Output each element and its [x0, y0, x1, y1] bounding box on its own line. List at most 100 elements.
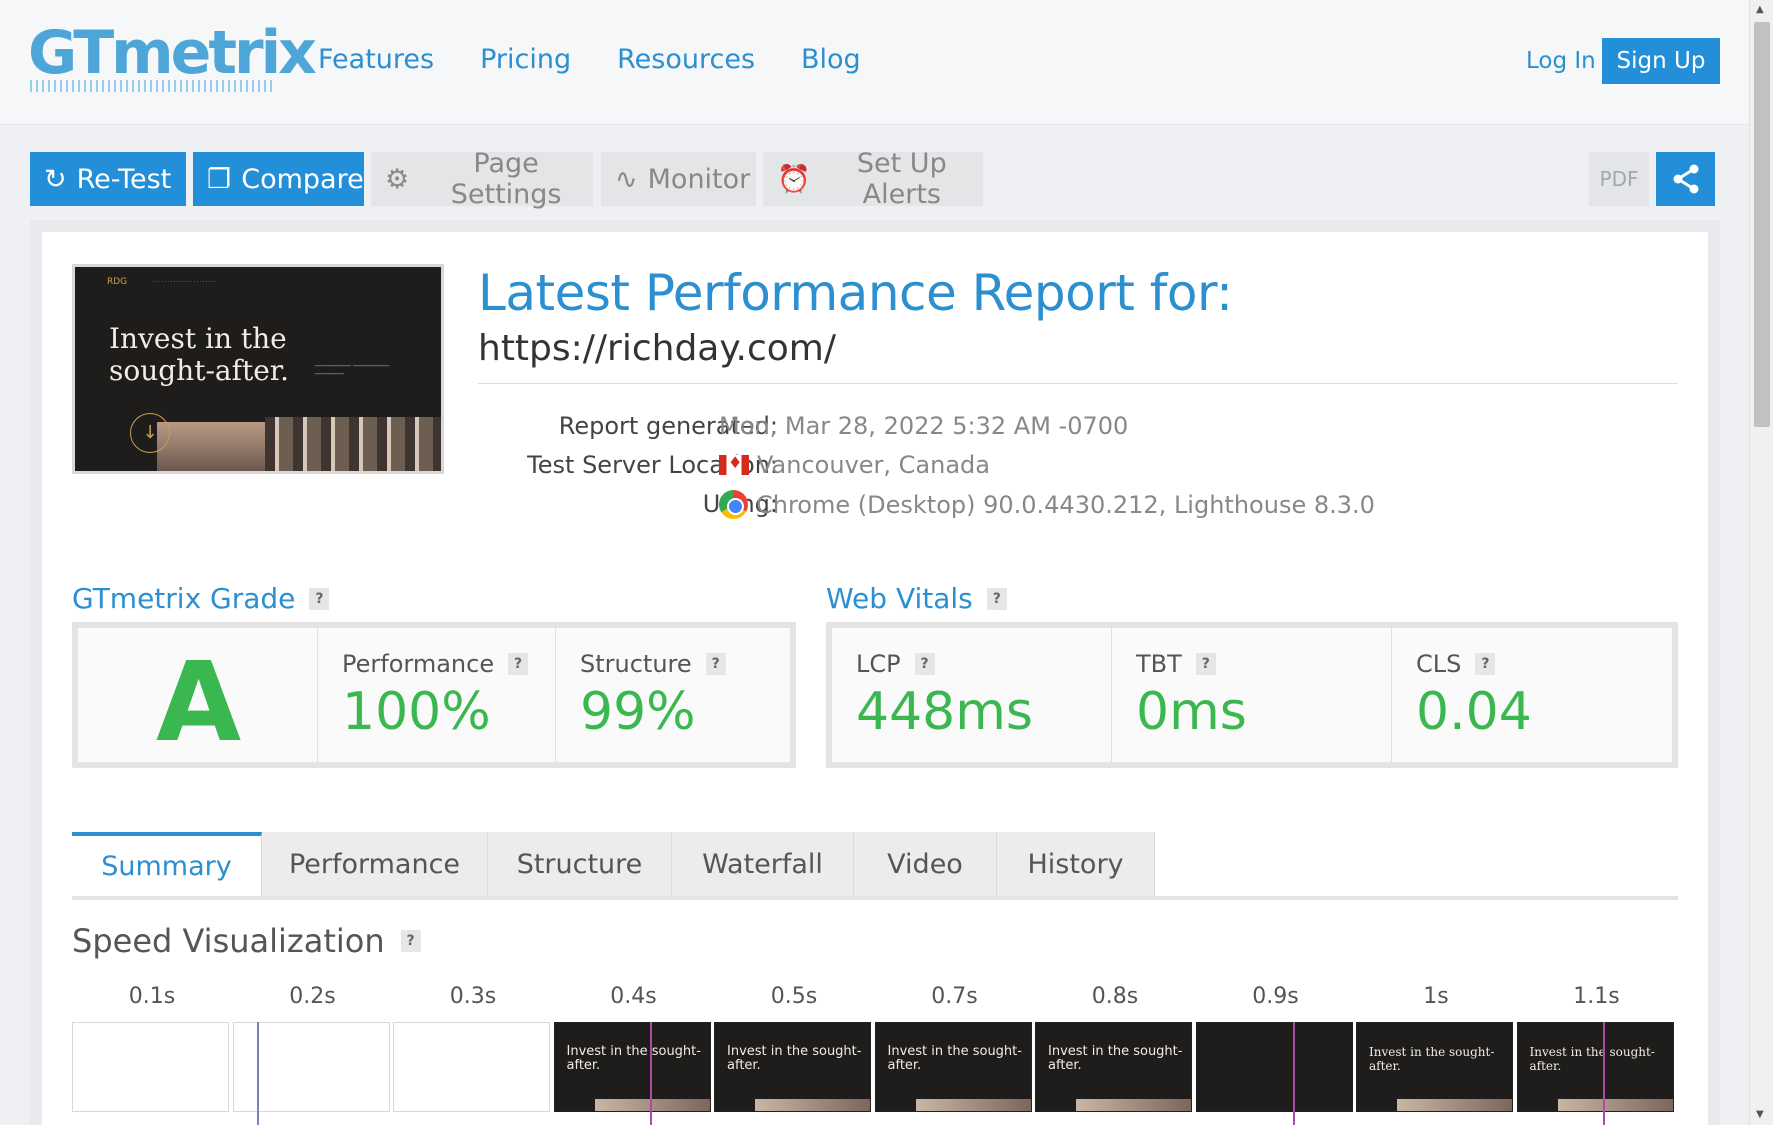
tab-history[interactable]: History: [997, 832, 1155, 896]
gtmetrix-grade-heading: GTmetrix Grade ?: [72, 582, 330, 615]
canada-flag-icon: [719, 453, 749, 475]
frame-time: 1.1s: [1573, 984, 1620, 1009]
pdf-button[interactable]: PDF: [1589, 152, 1649, 206]
frame-photo: [1557, 1099, 1673, 1111]
performance-help-icon[interactable]: ?: [508, 653, 529, 675]
frame-screenshot: [1195, 1022, 1353, 1112]
tab-video[interactable]: Video: [854, 832, 997, 896]
lcp-value: 448ms: [856, 682, 1033, 742]
structure-help-icon[interactable]: ?: [705, 653, 726, 675]
frame-time: 1s: [1423, 984, 1449, 1009]
speed-visualization-heading: Speed Visualization ?: [72, 922, 421, 960]
frame-headline: Invest in the sought-after.: [1369, 1045, 1495, 1073]
filmstrip-frame[interactable]: 0.2s: [232, 984, 393, 1112]
filmstrip-frame[interactable]: 0.1s: [72, 984, 232, 1112]
compare-button[interactable]: ❐ Compare: [193, 152, 364, 206]
frame-photo: [1397, 1099, 1512, 1111]
performance-score: 100%: [342, 682, 491, 742]
structure-cell: Structure ? 99%: [556, 628, 790, 762]
marker-first-paint: [257, 1022, 259, 1125]
frame-screenshot: Invest in the sought-after.: [553, 1022, 711, 1112]
web-vitals-title: Web Vitals: [826, 582, 973, 615]
structure-score: 99%: [580, 682, 696, 742]
cls-value: 0.04: [1416, 682, 1532, 742]
vitals-help-icon[interactable]: ?: [986, 587, 1007, 610]
server-location: Vancouver, Canada: [757, 451, 990, 479]
frame-photo: [1076, 1099, 1191, 1111]
nav-pricing[interactable]: Pricing: [480, 44, 571, 75]
gtmetrix-logo[interactable]: GTmetrix: [28, 18, 317, 88]
lcp-help-icon[interactable]: ?: [914, 653, 935, 675]
retest-label: Re-Test: [76, 163, 172, 195]
site-screenshot-thumbnail[interactable]: RDG ······················ Invest in the…: [72, 264, 444, 474]
tab-summary[interactable]: Summary: [72, 832, 262, 896]
scroll-down-icon[interactable]: ▼: [1756, 1109, 1764, 1121]
tbt-cell: TBT ? 0ms: [1112, 628, 1392, 762]
thumbnail-paragraph: ────────── ────────── ────────: [315, 363, 390, 378]
scroll-up-icon[interactable]: ▲: [1756, 4, 1764, 16]
web-vitals-panel: LCP ? 448ms TBT ? 0ms CLS ? 0.04: [826, 622, 1678, 768]
filmstrip-frame[interactable]: 0.9s: [1195, 984, 1356, 1112]
cls-help-icon[interactable]: ?: [1475, 653, 1496, 675]
filmstrip-frame[interactable]: 0.5s Invest in the sought-after.: [714, 984, 874, 1112]
signup-button[interactable]: Sign Up: [1602, 38, 1720, 84]
meta-row-using: Using: Chrome (Desktop) 90.0.4430.212, L…: [478, 490, 1378, 529]
filmstrip-frame[interactable]: 1.1s Invest in the sought-after.: [1516, 984, 1677, 1112]
filmstrip-frame[interactable]: 1s Invest in the sought-after.: [1356, 984, 1516, 1112]
page-settings-button[interactable]: ⚙ Page Settings: [371, 148, 593, 210]
report-title: Latest Performance Report for:: [478, 264, 1233, 322]
browser-info: Chrome (Desktop) 90.0.4430.212, Lighthou…: [756, 490, 1375, 519]
frame-time: 0.2s: [289, 984, 336, 1009]
meta-value-generated: Mon, Mar 28, 2022 5:32 AM -0700: [719, 412, 1128, 440]
frame-screenshot: Invest in the sought-after.: [874, 1022, 1032, 1112]
thumbnail-brand: RDG: [107, 277, 128, 287]
tbt-help-icon[interactable]: ?: [1195, 653, 1216, 675]
tab-structure[interactable]: Structure: [488, 832, 672, 896]
login-link[interactable]: Log In: [1526, 48, 1596, 74]
meta-value-using: Chrome (Desktop) 90.0.4430.212, Lighthou…: [719, 490, 1375, 519]
nav-blog[interactable]: Blog: [801, 44, 861, 75]
monitor-label: Monitor: [647, 163, 751, 195]
filmstrip-frame[interactable]: 0.3s: [393, 984, 553, 1112]
frame-time: 0.1s: [128, 984, 176, 1009]
page-scrollbar[interactable]: ▲ ▼: [1749, 0, 1773, 1125]
nav-features[interactable]: Features: [318, 44, 434, 75]
speed-filmstrip: 0.1s 0.2s 0.3s 0.4s Invest in the sought-aft…: [72, 984, 1682, 1125]
performance-label: Performance: [342, 650, 495, 678]
marker-fully-loaded: [1603, 1022, 1605, 1125]
main-nav: Features Pricing Resources Blog: [318, 44, 861, 75]
retest-button[interactable]: ↻ Re-Test: [30, 152, 186, 206]
nav-resources[interactable]: Resources: [617, 44, 755, 75]
tab-waterfall[interactable]: Waterfall: [672, 832, 854, 896]
web-vitals-heading: Web Vitals ?: [826, 582, 1007, 615]
scrollbar-thumb[interactable]: [1754, 22, 1770, 427]
tbt-label-wrap: TBT ?: [1136, 650, 1216, 678]
frame-screenshot: [72, 1022, 229, 1112]
tbt-label: TBT: [1136, 650, 1182, 678]
performance-cell: Performance ? 100%: [318, 628, 556, 762]
grade-help-icon[interactable]: ?: [309, 587, 330, 610]
divider: [478, 383, 1678, 384]
alerts-button[interactable]: ⏰ Set Up Alerts: [763, 148, 983, 210]
frame-time: 0.8s: [1091, 984, 1139, 1009]
cls-cell: CLS ? 0.04: [1392, 628, 1672, 762]
top-header: GTmetrix Features Pricing Resources Blog…: [0, 0, 1749, 125]
tab-performance[interactable]: Performance: [262, 832, 488, 896]
logo-ruler-decoration: [30, 80, 272, 92]
gear-icon: ⚙: [385, 163, 410, 195]
grade-panel-inner: A Performance ? 100% Structure ? 99%: [78, 628, 790, 766]
monitor-button[interactable]: ∿ Monitor: [601, 152, 756, 206]
performance-label-wrap: Performance ?: [342, 650, 529, 678]
filmstrip-frame[interactable]: 0.7s Invest in the sought-after.: [874, 984, 1035, 1112]
tabs-underline: [72, 896, 1678, 900]
share-button[interactable]: [1656, 152, 1715, 206]
compare-label: Compare: [241, 163, 364, 195]
pulse-icon: ∿: [615, 163, 638, 195]
cls-label: CLS: [1416, 650, 1462, 678]
filmstrip-frame[interactable]: 0.8s Invest in the sought-after.: [1035, 984, 1195, 1112]
refresh-icon: ↻: [44, 163, 67, 195]
frame-time: 0.5s: [770, 984, 818, 1009]
frame-headline: Invest in the sought-after.: [887, 1044, 1022, 1073]
speed-help-icon[interactable]: ?: [400, 930, 421, 952]
filmstrip-frame[interactable]: 0.4s Invest in the sought-after.: [553, 984, 714, 1112]
